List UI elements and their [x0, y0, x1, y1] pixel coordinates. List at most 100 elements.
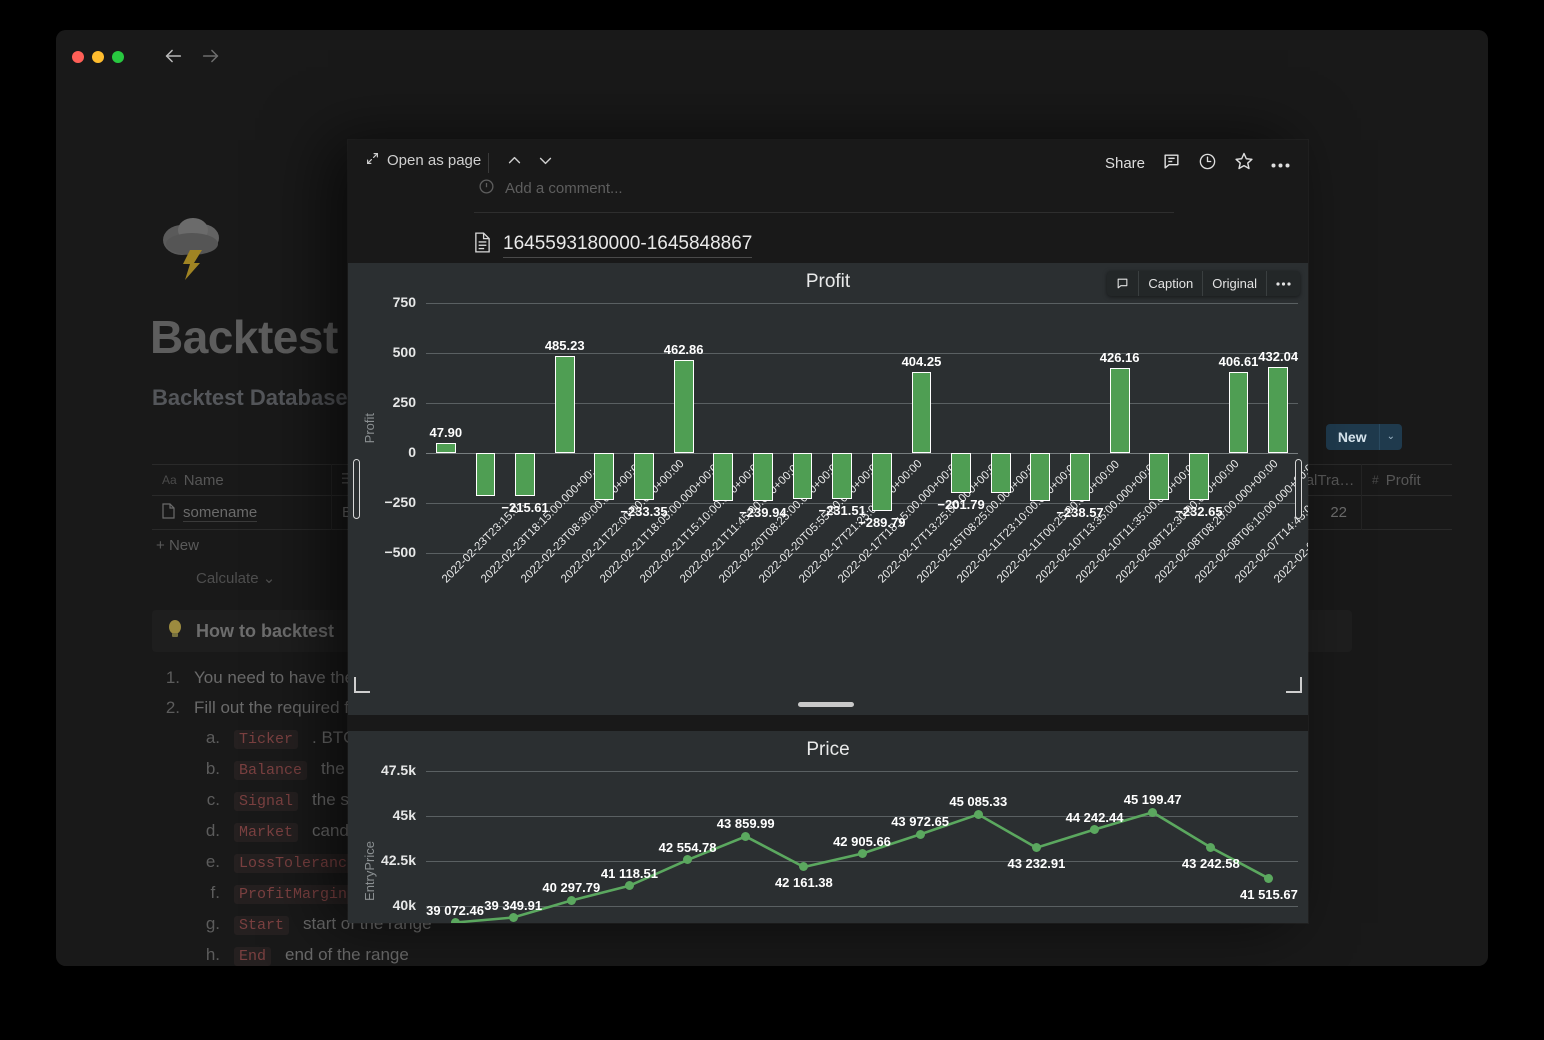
bar[interactable]	[1228, 371, 1249, 453]
caption-button[interactable]: Caption	[1139, 271, 1204, 296]
image-block-toolbar: Caption Original	[1107, 271, 1300, 296]
gridline	[426, 770, 1298, 772]
data-point[interactable]	[1148, 807, 1158, 817]
bar[interactable]	[1109, 367, 1130, 453]
bar[interactable]	[1030, 453, 1051, 501]
lightbulb-emoji-icon	[166, 619, 184, 644]
bar[interactable]	[832, 453, 853, 500]
y-axis-tick: −500	[384, 544, 416, 560]
list-item: h. End end of the range	[204, 945, 1360, 966]
data-point[interactable]	[857, 849, 867, 859]
clock-icon[interactable]	[1198, 152, 1217, 176]
column-label: Name	[183, 471, 224, 489]
cell-profit[interactable]	[1362, 496, 1452, 530]
chevron-down-icon[interactable]: ⌄	[1378, 424, 1402, 450]
minimize-window-button[interactable]	[92, 51, 104, 63]
bar[interactable]	[634, 453, 654, 500]
bar[interactable]	[515, 453, 535, 497]
data-point[interactable]	[624, 881, 634, 891]
cell-name[interactable]: somename	[152, 495, 332, 530]
bar[interactable]	[435, 443, 456, 453]
data-point[interactable]	[508, 913, 518, 923]
column-header-profit[interactable]: # Profit	[1362, 464, 1452, 496]
bar[interactable]	[1070, 453, 1090, 501]
image-more-button[interactable]	[1267, 271, 1300, 296]
bar[interactable]	[554, 355, 575, 453]
vertical-scroll-left[interactable]	[353, 459, 360, 519]
y-axis-tick: 45k	[392, 806, 416, 823]
thunder-cloud-emoji-icon[interactable]	[152, 206, 234, 288]
bar[interactable]	[951, 453, 971, 494]
original-button[interactable]: Original	[1203, 271, 1267, 296]
data-point[interactable]	[1264, 874, 1274, 884]
data-point-label: 43 242.58	[1181, 855, 1240, 871]
calculate-label: Calculate	[196, 570, 259, 587]
bar[interactable]	[753, 453, 773, 501]
column-label: Profit	[1385, 471, 1421, 489]
data-point-label: 42 905.66	[833, 833, 891, 849]
star-icon[interactable]	[1234, 151, 1254, 176]
bar[interactable]	[713, 453, 734, 501]
bar-value-label: −232.65	[1175, 503, 1223, 519]
open-as-page-button[interactable]: Open as page	[366, 152, 481, 169]
bar[interactable]	[871, 453, 892, 511]
bar[interactable]	[1268, 366, 1289, 453]
bar-value-label: −215.61	[501, 500, 549, 516]
data-point[interactable]	[973, 809, 983, 819]
data-point[interactable]	[1206, 843, 1216, 853]
y-axis-tick: 47.5k	[380, 761, 416, 778]
add-comment-row[interactable]: Add a comment...	[478, 178, 623, 199]
data-point[interactable]	[1031, 843, 1041, 853]
list-marker: h.	[205, 945, 220, 964]
bar[interactable]	[1149, 453, 1170, 500]
chevron-up-icon[interactable]	[506, 152, 523, 174]
document-icon	[162, 502, 175, 523]
file-block[interactable]: 1645593180000-1645848867	[474, 232, 753, 258]
resize-handle-bottom-left[interactable]	[354, 677, 370, 693]
y-axis-label-profit: Profit	[362, 413, 377, 444]
share-button[interactable]: Share	[1105, 155, 1145, 172]
back-arrow-icon[interactable]	[162, 45, 184, 67]
code-token: ProfitMargin	[234, 885, 353, 904]
gridline	[426, 860, 1298, 862]
code-token: LossTolerance	[234, 854, 362, 873]
y-axis-tick: 0	[408, 444, 416, 460]
bar[interactable]	[673, 360, 694, 453]
bar[interactable]	[475, 453, 496, 497]
comment-icon[interactable]	[1162, 152, 1181, 176]
bar[interactable]	[990, 453, 1011, 494]
bar-value-label: −289.79	[858, 514, 906, 530]
vertical-scroll-right[interactable]	[1295, 459, 1302, 519]
data-point[interactable]	[799, 862, 809, 872]
bar-value-label: 404.25	[901, 354, 942, 370]
speech-bubble-icon[interactable]	[1107, 271, 1140, 296]
code-token: End	[234, 947, 272, 966]
horizontal-scrollbar[interactable]	[798, 702, 854, 707]
bar-value-label: 47.90	[429, 425, 463, 441]
column-header-name[interactable]: Aa Name	[152, 464, 332, 496]
database-new-row-button[interactable]: + New	[156, 537, 199, 554]
ellipsis-icon[interactable]	[1271, 155, 1290, 173]
resize-handle-bottom-right[interactable]	[1286, 677, 1302, 693]
data-point[interactable]	[741, 831, 751, 841]
data-point-label: 44 242.44	[1065, 809, 1124, 825]
bar[interactable]	[792, 453, 813, 500]
forward-arrow-icon[interactable]	[200, 45, 222, 67]
bar[interactable]	[911, 372, 932, 453]
data-point[interactable]	[566, 895, 576, 905]
data-point[interactable]	[915, 829, 925, 839]
maximize-window-button[interactable]	[112, 51, 124, 63]
y-axis-tick: 42.5k	[380, 851, 416, 868]
data-point[interactable]	[450, 918, 460, 923]
data-point[interactable]	[1090, 825, 1100, 835]
chevron-down-icon[interactable]	[537, 152, 554, 174]
database-calculate-button[interactable]: Calculate ⌄	[196, 569, 275, 587]
bar[interactable]	[594, 453, 615, 500]
new-record-button[interactable]: New ⌄	[1325, 424, 1402, 450]
gridline	[426, 303, 1298, 304]
code-token: Market	[234, 823, 299, 842]
close-window-button[interactable]	[72, 51, 84, 63]
data-point-label: 39 349.91	[484, 897, 543, 913]
data-point[interactable]	[683, 855, 693, 865]
bar[interactable]	[1189, 453, 1209, 500]
